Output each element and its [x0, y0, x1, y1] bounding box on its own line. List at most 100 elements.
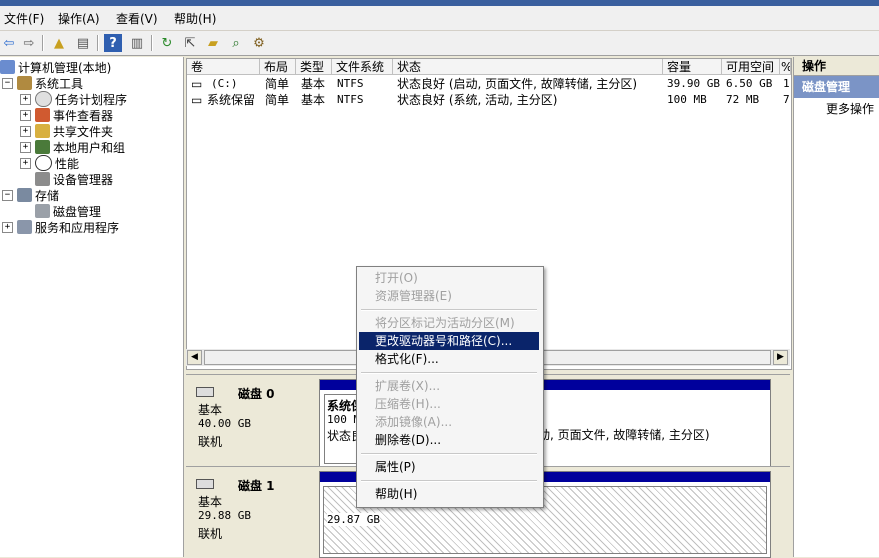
table-row[interactable]: ▭ (C:) 简单 基本 NTFS 状态良好 (启动, 页面文件, 故障转储, … [187, 76, 791, 92]
disk-icon [196, 479, 214, 489]
actions-header: 操作 [794, 57, 879, 76]
properties-pane-icon[interactable]: ▥ [128, 34, 146, 52]
ctx-item-open[interactable]: 打开(O) [359, 269, 539, 287]
scroll-left-icon[interactable]: ◀ [187, 350, 202, 365]
ctx-item-change-drive-letter[interactable]: 更改驱动器号和路径(C)... [359, 332, 539, 350]
column-header-type[interactable]: 类型 [296, 59, 332, 75]
disk-management-icon [35, 204, 50, 218]
tree-label: 任务计划程序 [55, 92, 128, 107]
more-actions-link[interactable]: 更多操作 [794, 98, 879, 120]
ctx-item-mark-active[interactable]: 将分区标记为活动分区(M) [359, 314, 539, 332]
cell-filesystem: NTFS [337, 77, 364, 90]
tree-label: 设备管理器 [53, 172, 114, 187]
expand-icon[interactable]: + [2, 221, 13, 233]
tree-item-performance[interactable]: + 性能 [20, 155, 79, 171]
expand-icon[interactable]: + [20, 125, 31, 137]
cell-type: 基本 [301, 77, 326, 91]
column-header-status[interactable]: 状态 [393, 59, 663, 75]
menu-view[interactable]: 查看(V) [116, 10, 158, 27]
tree-item-event-viewer[interactable]: + 事件查看器 [20, 107, 113, 123]
cell-volume: 系统保留 [207, 93, 256, 107]
tree-item-system-tools[interactable]: − 系统工具 [2, 75, 83, 91]
tree-item-task-scheduler[interactable]: + 任务计划程序 [20, 91, 127, 107]
expand-icon[interactable]: + [20, 109, 31, 121]
ctx-item-explorer[interactable]: 资源管理器(E) [359, 287, 539, 305]
tree-label: 事件查看器 [53, 108, 114, 123]
column-header-volume[interactable]: 卷 [187, 59, 260, 75]
toolbar-separator [42, 35, 44, 51]
tree-item-storage[interactable]: − 存储 [2, 187, 59, 203]
computer-icon [0, 60, 15, 74]
search-icon[interactable]: ⌕ [227, 34, 245, 52]
cell-volume: (C:) [211, 77, 238, 90]
disk-kind: 基本 [198, 403, 223, 417]
disk-info-1[interactable]: 磁盘 1 基本 29.88 GB 联机 [190, 471, 315, 557]
collapse-icon[interactable]: − [2, 189, 13, 201]
expand-icon[interactable]: + [20, 141, 31, 153]
menu-action[interactable]: 操作(A) [58, 10, 100, 27]
open-folder-icon[interactable]: ▰ [204, 34, 222, 52]
settings-icon[interactable]: ⚙ [250, 34, 268, 52]
ctx-item-extend-volume[interactable]: 扩展卷(X)... [359, 377, 539, 395]
export-icon[interactable]: ⇱ [181, 34, 199, 52]
menu-separator [361, 372, 537, 374]
menu-separator [361, 453, 537, 455]
tree-label: 系统工具 [35, 76, 84, 91]
cell-status: 状态良好 (系统, 活动, 主分区) [397, 93, 558, 107]
up-folder-icon[interactable]: ▲ [50, 34, 68, 52]
table-row[interactable]: ▭ 系统保留 简单 基本 NTFS 状态良好 (系统, 活动, 主分区) 100… [187, 92, 791, 108]
scroll-right-icon[interactable]: ▶ [773, 350, 788, 365]
disk-size: 29.88 GB [198, 509, 251, 522]
expand-icon[interactable]: + [20, 93, 31, 105]
back-arrow-icon[interactable]: ⇦ [0, 34, 18, 52]
expand-icon[interactable]: + [20, 157, 31, 169]
cell-layout: 简单 [265, 77, 290, 91]
ctx-item-delete-volume[interactable]: 删除卷(D)... [359, 431, 539, 449]
column-header-percent[interactable]: % [780, 59, 791, 75]
disk-name: 磁盘 1 [238, 479, 275, 493]
column-header-layout[interactable]: 布局 [260, 59, 296, 75]
column-header-free-space[interactable]: 可用空间 [722, 59, 780, 75]
cell-type: 基本 [301, 93, 326, 107]
menu-bar: 文件(F) 操作(A) 查看(V) 帮助(H) [0, 6, 879, 31]
tree-item-device-manager[interactable]: 设备管理器 [35, 171, 113, 187]
ctx-item-format[interactable]: 格式化(F)... [359, 350, 539, 368]
menu-file[interactable]: 文件(F) [4, 10, 44, 27]
tree-item-services-apps[interactable]: + 服务和应用程序 [2, 219, 119, 235]
toolbar: ⇦ ⇨ ▲ ▤ ? ▥ ↻ ⇱ ▰ ⌕ ⚙ [0, 31, 879, 56]
refresh-icon[interactable]: ↻ [158, 34, 176, 52]
clock-icon [35, 91, 52, 107]
help-icon[interactable]: ? [104, 34, 122, 52]
disk-state: 联机 [198, 435, 223, 449]
column-header-capacity[interactable]: 容量 [663, 59, 722, 75]
disk-name: 磁盘 0 [238, 387, 275, 401]
tree-item-disk-management[interactable]: 磁盘管理 [35, 203, 101, 219]
menu-help[interactable]: 帮助(H) [174, 10, 216, 27]
tree-item-computer-management[interactable]: 计算机管理(本地) [0, 59, 111, 75]
disk-info-0[interactable]: 磁盘 0 基本 40.00 GB 联机 [190, 379, 315, 465]
column-header-filesystem[interactable]: 文件系统 [332, 59, 393, 75]
forward-arrow-icon[interactable]: ⇨ [20, 34, 38, 52]
storage-icon [17, 188, 32, 202]
ctx-item-shrink-volume[interactable]: 压缩卷(H)... [359, 395, 539, 413]
tree-label: 磁盘管理 [53, 204, 102, 219]
partition-status-fragment: 动, 页面文件, 故障转储, 主分区) [538, 428, 710, 442]
toolbar-separator [151, 35, 153, 51]
volume-icon: ▭ [191, 93, 203, 107]
users-icon [35, 140, 50, 154]
navigation-tree: 计算机管理(本地) − 系统工具 + 任务计划程序 + 事件查看器 + 共享文件… [0, 57, 184, 557]
ctx-item-properties[interactable]: 属性(P) [359, 458, 539, 476]
cell-capacity: 100 MB [667, 93, 707, 106]
performance-icon [35, 155, 52, 171]
ctx-item-add-mirror[interactable]: 添加镜像(A)... [359, 413, 539, 431]
show-hide-tree-icon[interactable]: ▤ [74, 34, 92, 52]
unallocated-size: 29.87 GB [327, 513, 380, 526]
actions-section-disk-management[interactable]: 磁盘管理 [794, 76, 879, 98]
disk-size: 40.00 GB [198, 417, 251, 430]
collapse-icon[interactable]: − [2, 77, 13, 89]
ctx-item-help[interactable]: 帮助(H) [359, 485, 539, 503]
disk-icon [196, 387, 214, 397]
tree-item-local-users[interactable]: + 本地用户和组 [20, 139, 125, 155]
tree-item-shared-folders[interactable]: + 共享文件夹 [20, 123, 113, 139]
cell-percent: 7 [783, 93, 790, 106]
